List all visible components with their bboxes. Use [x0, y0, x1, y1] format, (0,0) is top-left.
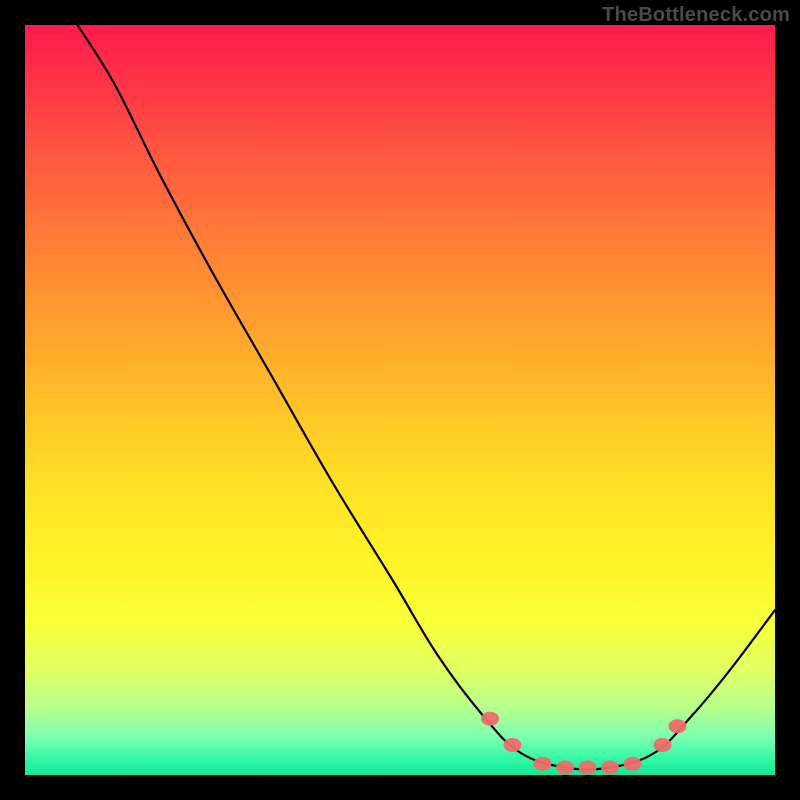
- watermark-text: TheBottleneck.com: [602, 4, 790, 27]
- marker-point: [579, 761, 597, 775]
- marker-point: [669, 719, 687, 733]
- marker-point: [601, 761, 619, 775]
- marker-point: [624, 757, 642, 771]
- plot-area: [25, 25, 775, 775]
- chart-svg: [25, 25, 775, 775]
- marker-point: [654, 738, 672, 752]
- marker-point: [556, 761, 574, 775]
- marker-point: [504, 738, 522, 752]
- chart-frame: TheBottleneck.com: [0, 0, 800, 800]
- markers-group: [481, 712, 687, 775]
- bottleneck-curve: [78, 25, 776, 770]
- marker-point: [481, 712, 499, 726]
- marker-point: [534, 757, 552, 771]
